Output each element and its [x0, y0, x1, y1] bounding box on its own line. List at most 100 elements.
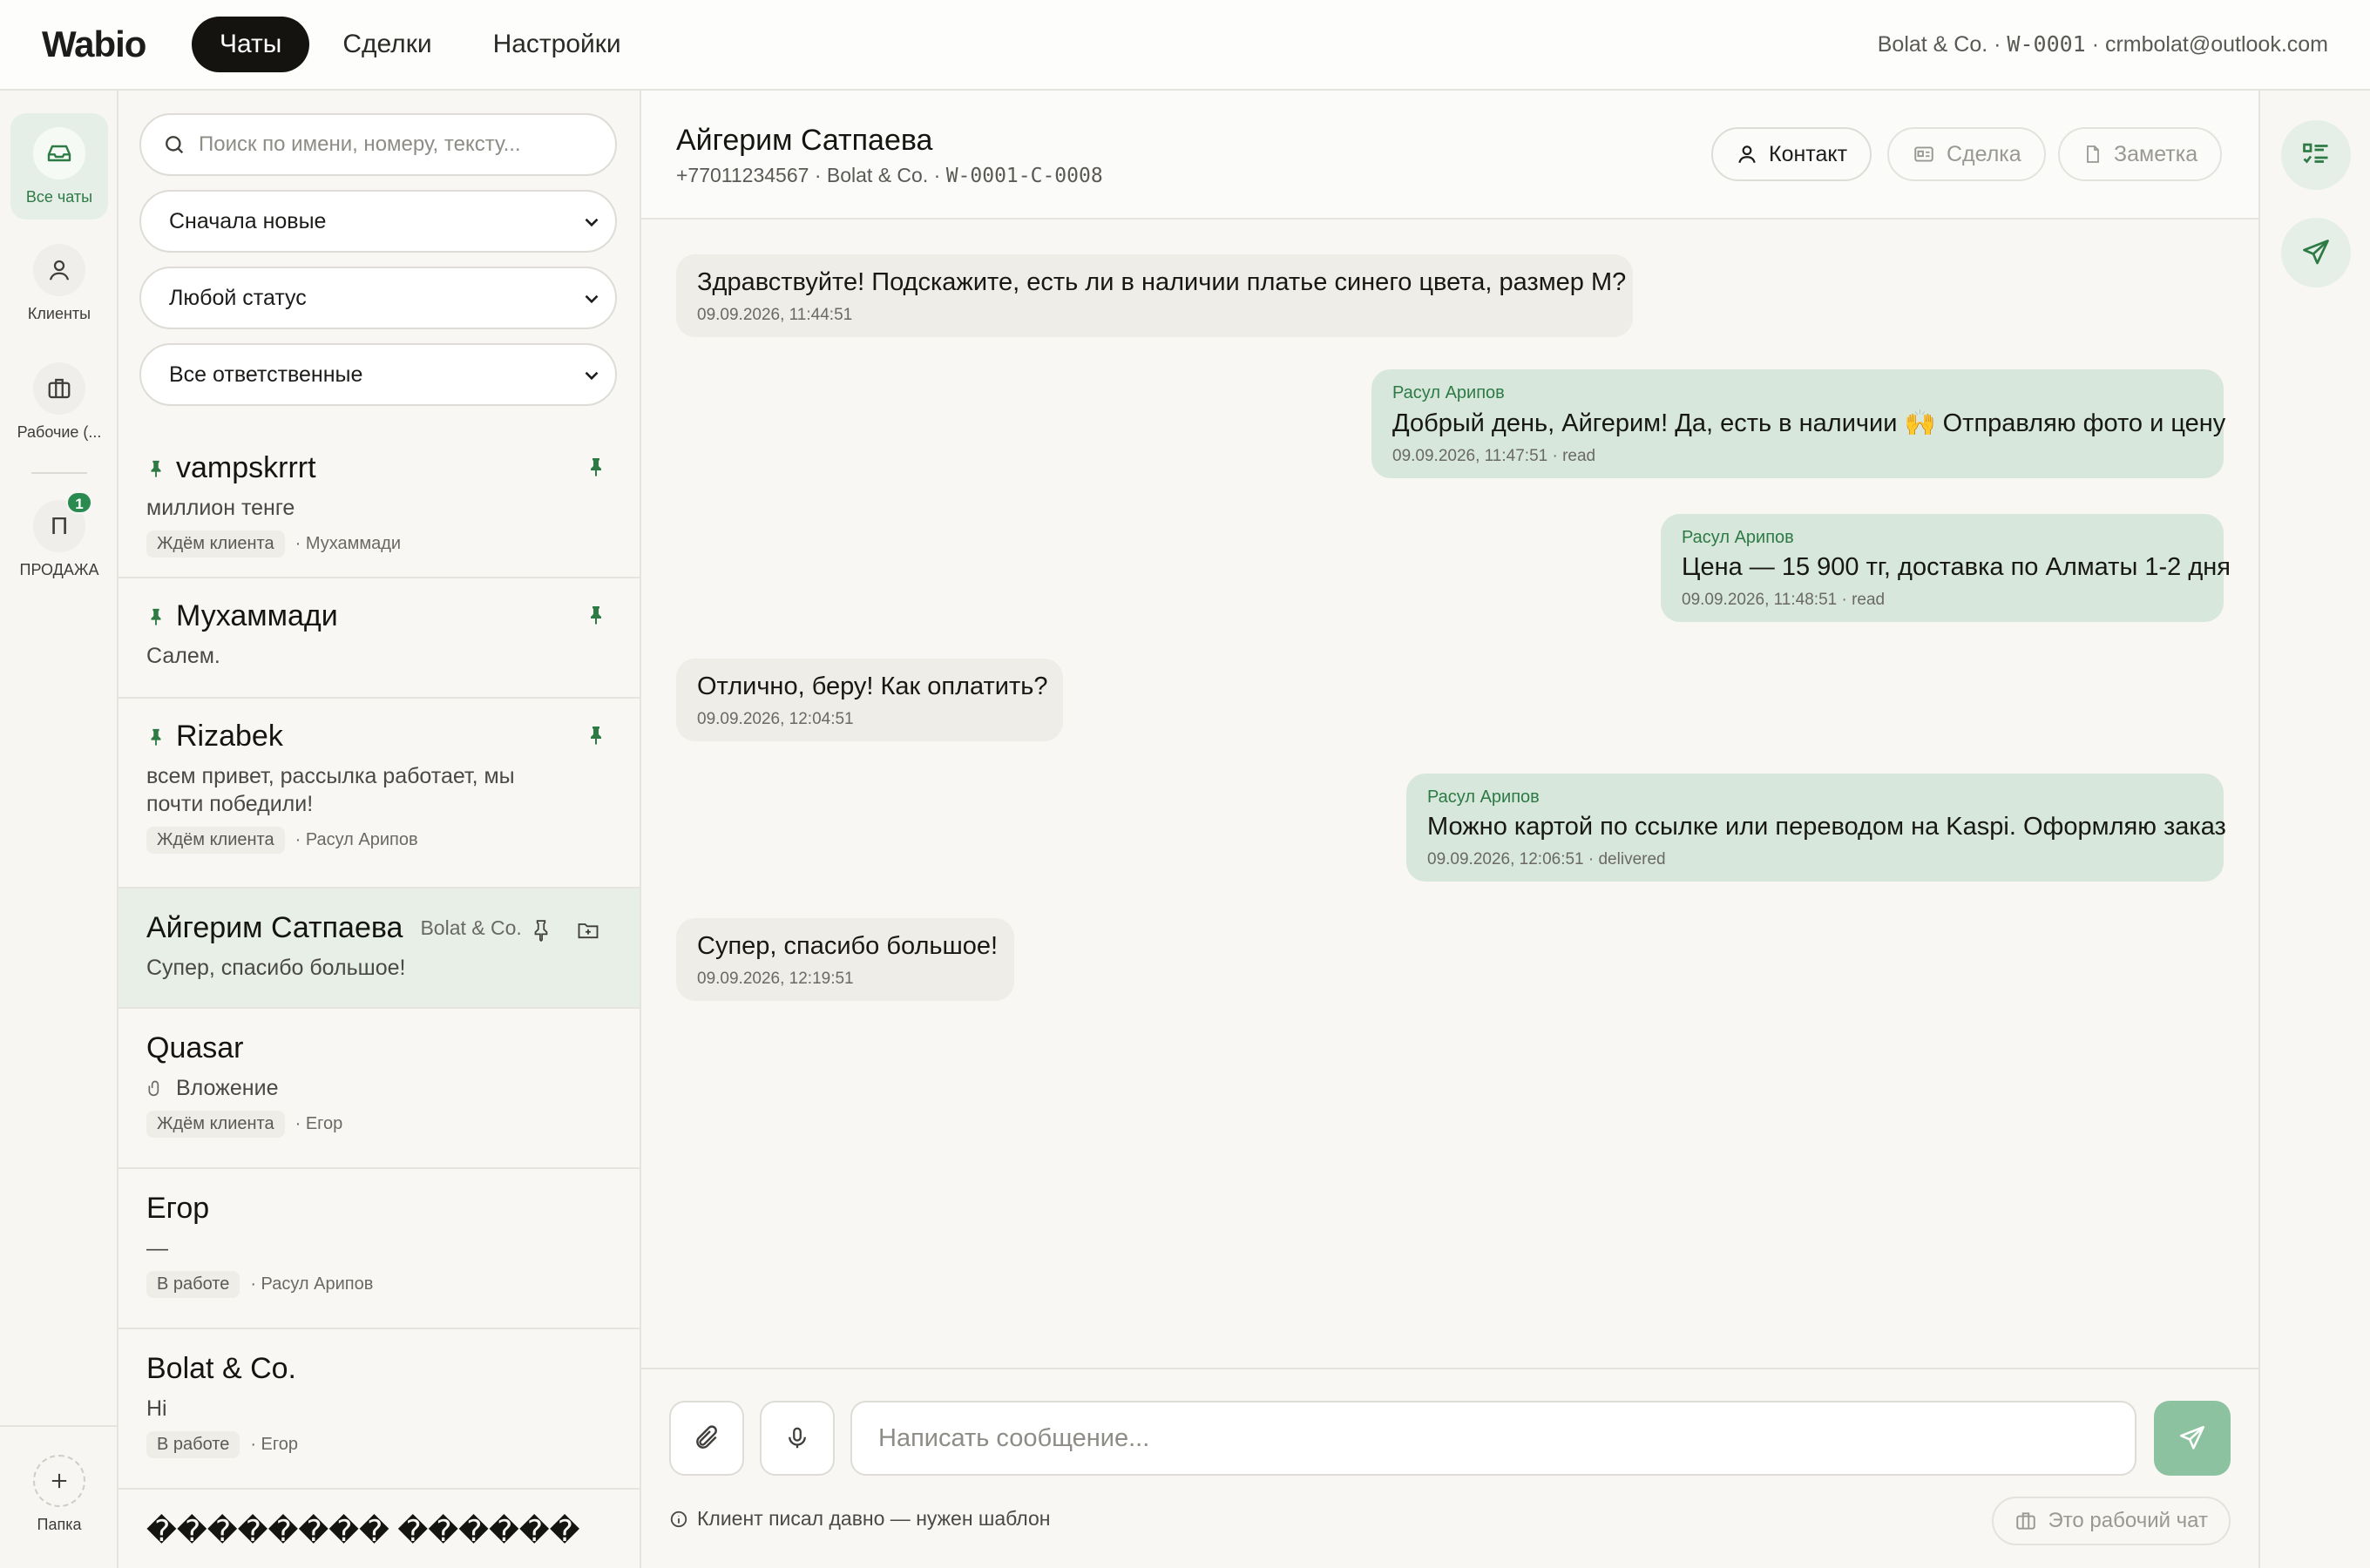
add-folder-button[interactable]: Папка — [10, 1441, 108, 1547]
deal-button[interactable]: Сделка — [1887, 127, 2046, 181]
search-input[interactable]: Поиск по имени, номеру, тексту... — [139, 113, 617, 176]
chat-preview: Вложение — [176, 1076, 279, 1100]
unread-badge: 1 — [66, 491, 92, 514]
work-chat-button[interactable]: Это рабочий чат — [1992, 1497, 2231, 1545]
contact-button[interactable]: Контакт — [1711, 127, 1872, 181]
pin-outline-icon[interactable] — [530, 918, 552, 943]
broadcast-button[interactable] — [2281, 218, 2351, 287]
status-badge: В работе — [146, 1271, 240, 1298]
assignee-label: · Расул Арипов — [295, 830, 418, 849]
account-email: crmbolat@outlook.com — [2104, 32, 2328, 57]
message-input-placeholder: Написать сообщение... — [878, 1423, 1150, 1452]
pin-icon — [151, 608, 161, 625]
rail-item-work-chats[interactable]: Рабочие (... — [10, 348, 108, 455]
status-badge: Ждём клиента — [146, 827, 285, 854]
note-button[interactable]: Заметка — [2058, 127, 2223, 181]
chat-preview: Hi — [146, 1396, 167, 1421]
paperclip-icon — [696, 1425, 717, 1449]
pin-icon — [151, 460, 161, 477]
account-separator: · — [1994, 32, 2001, 57]
chevron-down-icon — [585, 294, 599, 304]
assignee-label: · Егор — [295, 1114, 343, 1133]
chat-list-item[interactable]: Егор — В работе · Расул Арипов — [118, 1169, 640, 1329]
status-badge: Ждём клиента — [146, 531, 285, 558]
rail-divider — [31, 472, 87, 474]
chat-subtitle: +77011234567 · Bolat & Co. · W-0001-C-00… — [676, 164, 1103, 187]
contact-phone: +77011234567 — [676, 164, 809, 186]
note-button-label: Заметка — [2114, 141, 2198, 166]
message-incoming: Супер, спасибо большое! 09.09.2026, 12:1… — [676, 918, 1014, 1001]
separator: · — [933, 164, 941, 186]
voice-button[interactable] — [760, 1401, 835, 1476]
message-author: Расул Арипов — [1392, 383, 1505, 402]
app-logo[interactable]: Wabio — [42, 24, 192, 65]
tab-chats[interactable]: Чаты — [192, 17, 310, 72]
chat-list-panel: Поиск по имени, номеру, тексту... Сначал… — [118, 91, 641, 1568]
checklist-button[interactable] — [2281, 120, 2351, 190]
paperclip-icon — [148, 1080, 159, 1097]
chat-list-item[interactable]: Bolat & Co. Hi В работе · Егор — [118, 1329, 640, 1490]
pin-icon[interactable] — [586, 723, 606, 747]
rail-item-label: Рабочие (... — [17, 423, 102, 441]
attach-button[interactable] — [669, 1401, 744, 1476]
message-text: Можно картой по ссылке или переводом на … — [1427, 813, 2226, 841]
work-chat-label: Это рабочий чат — [2048, 1509, 2208, 1532]
rail-divider — [0, 1425, 117, 1427]
folder-letter: П — [50, 512, 69, 539]
rail-item-label: ПРОДАЖА — [19, 561, 99, 578]
plus-icon — [33, 1455, 85, 1507]
contact-button-label: Контакт — [1769, 141, 1848, 166]
message-text: Цена — 15 900 тг, доставка по Алматы 1-2… — [1682, 553, 2231, 581]
rail-item-label: Клиенты — [27, 305, 91, 322]
rail-folder-sales[interactable]: П 1 ПРОДАЖА — [10, 486, 108, 592]
tab-settings[interactable]: Настройки — [465, 17, 649, 72]
message-time: 09.09.2026, 12:04:51 — [697, 710, 854, 728]
separator: · — [814, 164, 822, 186]
chat-name: Айгерим Сатпаева — [146, 911, 403, 944]
pin-icon — [151, 728, 161, 746]
send-button[interactable] — [2154, 1401, 2231, 1476]
chat-list-item[interactable]: Rizabek всем привет, рассылка работает, … — [118, 699, 640, 889]
status-badge: В работе — [146, 1431, 240, 1458]
chat-title: Айгерим Сатпаева — [676, 124, 933, 157]
sort-select[interactable]: Сначала новые — [139, 190, 617, 253]
chat-list-item-active[interactable]: Айгерим Сатпаева Bolat & Co. Супер, спас… — [118, 889, 640, 1009]
left-rail: Все чаты Клиенты Рабочие (... П 1 ПРОДАЖ… — [0, 91, 118, 1568]
message-outgoing: Расул Арипов Цена — 15 900 тг, доставка … — [1661, 514, 2231, 622]
message-input[interactable]: Написать сообщение... — [850, 1401, 2136, 1476]
tab-deals[interactable]: Сделки — [315, 17, 459, 72]
rail-item-clients[interactable]: Клиенты — [10, 230, 108, 336]
message-incoming: Здравствуйте! Подскажите, есть ли в нали… — [676, 254, 1633, 337]
message-author: Расул Арипов — [1682, 528, 1794, 547]
chat-name: Егор — [146, 1192, 210, 1225]
search-placeholder: Поиск по имени, номеру, тексту... — [199, 132, 521, 156]
chat-list-item[interactable]: �������� ������ — [118, 1490, 640, 1568]
send-icon — [2303, 240, 2329, 265]
template-hint: Клиент писал давно — нужен шаблон — [669, 1507, 1050, 1531]
assignee-select[interactable]: Все ответственные — [139, 343, 617, 406]
microphone-icon — [789, 1427, 806, 1449]
rail-item-all-chats[interactable]: Все чаты — [10, 113, 108, 220]
chat-list-item[interactable]: Quasar Вложение Ждём клиента · Егор — [118, 1009, 640, 1169]
pin-icon[interactable] — [586, 455, 606, 479]
pin-icon[interactable] — [586, 603, 606, 627]
rail-item-label: Папка — [37, 1516, 82, 1533]
account-info: Bolat & Co. · W-0001 · crmbolat@outlook.… — [1878, 31, 2328, 57]
message-text: Здравствуйте! Подскажите, есть ли в нали… — [697, 268, 1627, 296]
deal-button-label: Сделка — [1947, 141, 2021, 166]
id-card-icon — [1914, 146, 1933, 162]
chat-id: W-0001-C-0008 — [945, 165, 1103, 187]
assignee-select-value: Все ответственные — [169, 362, 363, 387]
message-outgoing: Расул Арипов Можно картой по ссылке или … — [1406, 774, 2226, 882]
chat-list-item[interactable]: vampskrrrt миллион тенге Ждём клиента · … — [118, 430, 640, 578]
status-select-value: Любой статус — [169, 285, 307, 310]
folder-add-icon[interactable] — [575, 918, 601, 943]
contact-company: Bolat & Co. — [826, 164, 929, 186]
chat-preview: всем привет, рассылка работает, мы почти… — [146, 764, 515, 816]
chat-list-item[interactable]: Мухаммади Салем. — [118, 578, 640, 699]
app-root: Wabio Чаты Сделки Настройки Bolat & Co. … — [0, 0, 2370, 1568]
status-select[interactable]: Любой статус — [139, 267, 617, 329]
top-bar: Wabio Чаты Сделки Настройки Bolat & Co. … — [0, 0, 2370, 91]
message-time: 09.09.2026, 11:47:51 · read — [1392, 447, 1596, 465]
user-icon — [33, 244, 85, 296]
